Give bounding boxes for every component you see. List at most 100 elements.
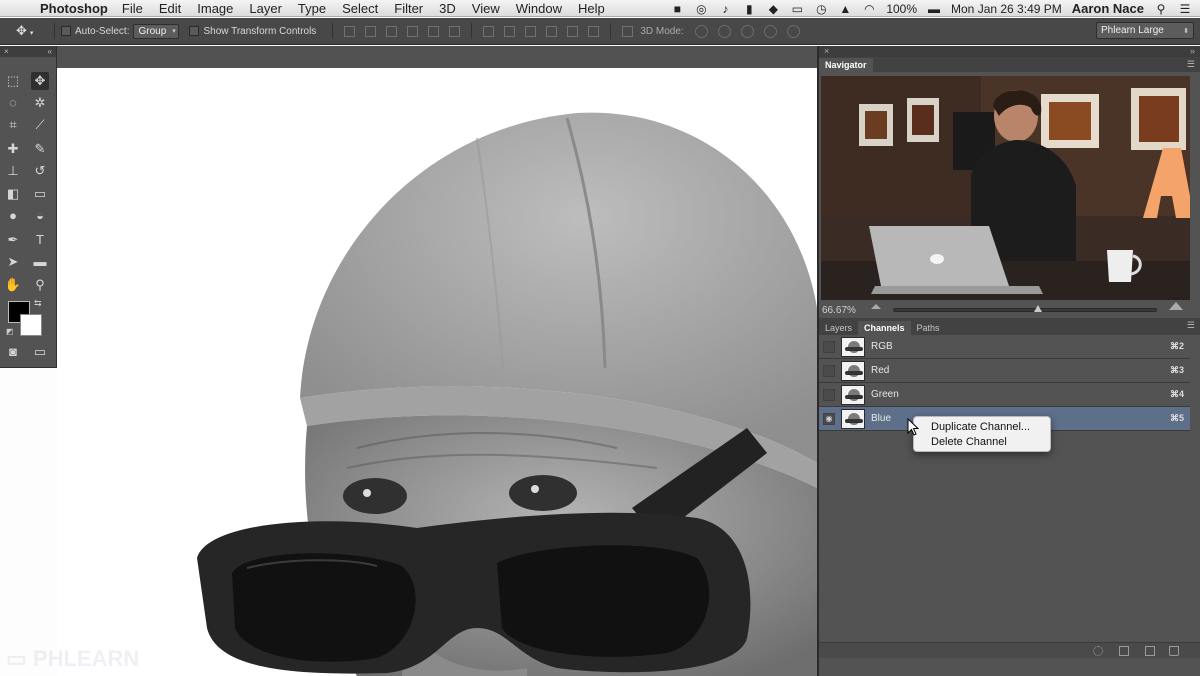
pen-tool-icon[interactable]: ✒ [4,231,22,249]
load-selection-icon[interactable] [1093,646,1103,656]
lasso-tool-icon[interactable]: ◌ [4,94,22,112]
show-transform-checkbox[interactable] [189,26,200,36]
menu-type[interactable]: Type [298,1,326,16]
clock-icon[interactable]: ◷ [814,2,828,16]
menu-layer[interactable]: Layer [249,1,282,16]
3d-scale-icon[interactable] [786,24,800,38]
quick-mask-icon[interactable]: ◙ [4,343,22,361]
clock-datetime[interactable]: Mon Jan 26 3:49 PM [951,2,1062,16]
3d-rotate-icon[interactable] [694,24,708,38]
channel-row-rgb[interactable]: RGB ⌘2 [819,335,1190,359]
visibility-toggle-icon[interactable] [823,364,835,377]
align-hcenter-icon[interactable] [428,25,440,37]
visibility-toggle-icon[interactable] [823,388,835,401]
navigator-preview[interactable] [821,76,1190,300]
align-right-icon[interactable] [449,25,461,37]
menu-item-duplicate-channel[interactable]: Duplicate Channel... [914,420,1050,435]
tab-paths[interactable]: Paths [911,321,946,335]
distribute-bottom-icon[interactable] [525,25,537,37]
menu-3d[interactable]: 3D [439,1,456,16]
healing-brush-tool-icon[interactable]: ✚ [4,140,22,158]
eraser-tool-icon[interactable]: ◧ [4,185,22,203]
menu-window[interactable]: Window [516,1,562,16]
dodge-tool-icon[interactable]: ◒ [31,207,49,225]
align-vcenter-icon[interactable] [365,25,377,37]
screen-mode-icon[interactable]: ▭ [31,343,49,361]
gradient-tool-icon[interactable]: ▭ [31,185,49,203]
trash-icon[interactable] [1169,646,1179,656]
panel-menu-icon[interactable]: ☰ [1187,59,1195,70]
wifi-icon[interactable]: ◠ [862,2,876,16]
menu-select[interactable]: Select [342,1,378,16]
tab-navigator[interactable]: Navigator [819,58,873,72]
auto-select-dropdown[interactable]: Group ▾ [133,23,180,39]
distribute-vcenter-icon[interactable] [504,25,516,37]
shape-tool-icon[interactable]: ▬ [31,253,49,271]
battery-icon[interactable]: ▬ [927,2,941,16]
default-colors-icon[interactable]: ◩ [6,327,16,337]
hand-tool-icon[interactable]: ✋ [4,276,22,294]
background-color-swatch[interactable] [20,314,42,336]
menu-file[interactable]: File [122,1,143,16]
camera-icon[interactable]: ■ [670,2,684,16]
menu-item-delete-channel[interactable]: Delete Channel [914,435,1050,450]
type-tool-icon[interactable]: T [31,231,49,249]
brush-tool-icon[interactable]: ✎ [31,140,49,158]
menu-view[interactable]: View [472,1,500,16]
creative-cloud-icon[interactable]: ◎ [694,2,708,16]
collapse-icon[interactable]: » [1190,46,1195,57]
align-top-icon[interactable] [344,25,356,37]
move-tool-preset-icon[interactable]: ✥ ▾ [0,23,48,39]
menu-edit[interactable]: Edit [159,1,181,16]
zoom-out-icon[interactable] [871,304,881,309]
new-channel-icon[interactable] [1145,646,1155,656]
auto-select-checkbox[interactable] [61,26,71,36]
history-brush-tool-icon[interactable]: ↺ [31,162,49,180]
workspace-dropdown[interactable]: Phlearn Large ⬍ [1096,22,1194,39]
eyedropper-tool-icon[interactable]: ⟋ [31,116,49,134]
zoom-in-icon[interactable] [1169,302,1183,310]
distribute-top-icon[interactable] [483,25,495,37]
display-icon[interactable]: ▭ [790,2,804,16]
tab-channels[interactable]: Channels [858,321,911,335]
move-tool-icon[interactable]: ✥ [31,72,49,90]
eye-icon[interactable]: ◉ [823,412,835,425]
clone-stamp-tool-icon[interactable]: ⊥ [4,162,22,180]
channel-row-green[interactable]: Green ⌘4 [819,383,1190,407]
visibility-toggle-icon[interactable] [823,340,835,353]
marquee-tool-icon[interactable]: ⬚ [4,72,22,90]
document-canvas[interactable] [57,68,817,676]
blur-tool-icon[interactable]: ● [4,207,22,225]
distribute-right-icon[interactable] [588,25,600,37]
path-selection-tool-icon[interactable]: ➤ [4,253,22,271]
crop-tool-icon[interactable]: ⌗ [4,116,22,134]
notification-center-icon[interactable]: ☰ [1178,2,1192,16]
evernote-icon[interactable]: ▮ [742,2,756,16]
swap-colors-icon[interactable]: ⇆ [34,298,42,309]
dropbox-icon[interactable]: ◆ [766,2,780,16]
tab-layers[interactable]: Layers [819,321,858,335]
save-selection-icon[interactable] [1119,646,1129,656]
zoom-slider-thumb[interactable] [1034,305,1043,312]
navigator-zoom-value[interactable]: 66.67% [822,305,856,316]
airplay-icon[interactable]: ▲ [838,2,852,16]
3d-slide-icon[interactable] [763,24,777,38]
menu-filter[interactable]: Filter [394,1,423,16]
3d-pan-icon[interactable] [740,24,754,38]
close-icon[interactable]: × [4,46,9,57]
close-icon[interactable]: × [824,46,829,57]
menu-image[interactable]: Image [197,1,233,16]
auto-align-icon[interactable] [622,25,634,37]
bell-icon[interactable]: ♪ [718,2,732,16]
menu-help[interactable]: Help [578,1,605,16]
magic-wand-tool-icon[interactable]: ✲ [31,94,49,112]
zoom-tool-icon[interactable]: ⚲ [31,276,49,294]
spotlight-search-icon[interactable]: ⚲ [1154,2,1168,16]
app-menu[interactable]: Photoshop [40,1,108,16]
distribute-left-icon[interactable] [546,25,558,37]
collapse-icon[interactable]: « [48,46,52,57]
3d-roll-icon[interactable] [717,24,731,38]
channel-row-red[interactable]: Red ⌘3 [819,359,1190,383]
align-bottom-icon[interactable] [386,25,398,37]
align-left-icon[interactable] [407,25,419,37]
